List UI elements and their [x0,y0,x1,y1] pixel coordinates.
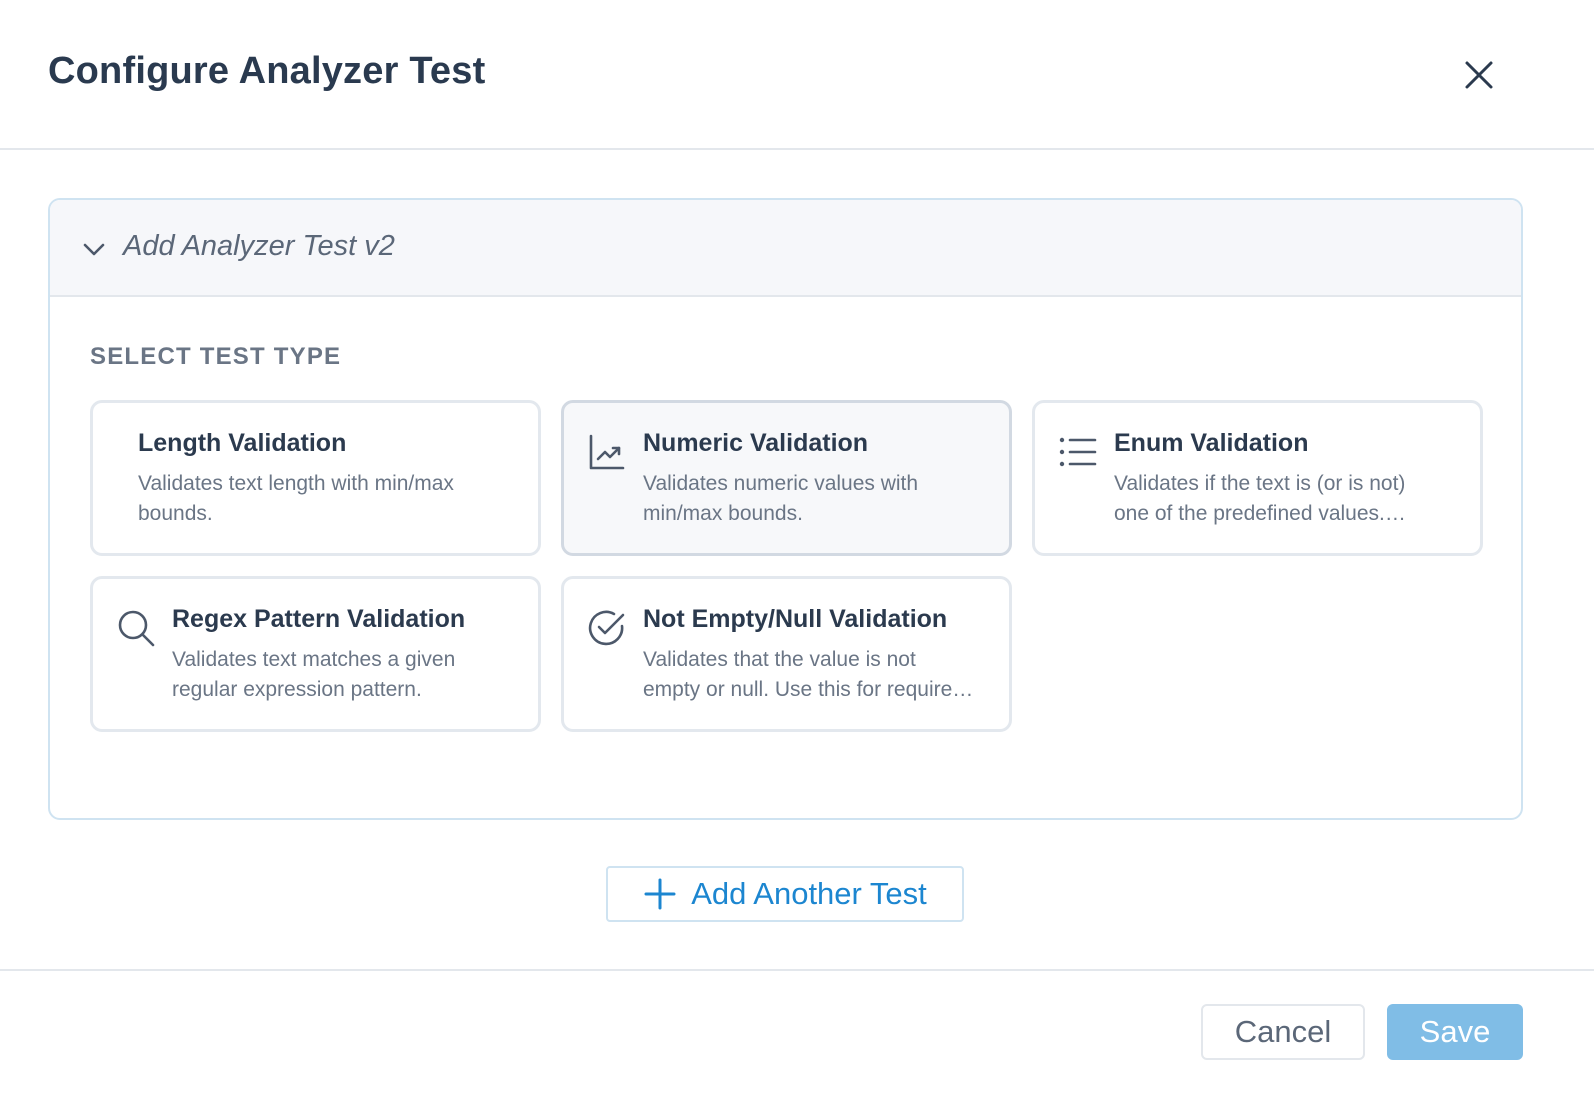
modal-title: Configure Analyzer Test [48,50,486,92]
close-button[interactable] [1456,52,1502,98]
search-icon [115,607,157,649]
chevron-down-icon[interactable] [80,235,108,263]
list-icon [1057,431,1099,473]
panel-title: Add Analyzer Test v2 [123,230,395,262]
card-description: Validates text length with min/max bound… [138,472,454,525]
cancel-button[interactable]: Cancel [1201,1004,1365,1060]
card-description-line-2: one of the predefined values.… [1114,502,1406,525]
card-description-line-1: Validates that the value is not [643,648,916,671]
modal-header: Configure Analyzer Test [0,0,1594,150]
test-type-card-numeric[interactable]: Numeric Validation Validates numeric val… [561,400,1012,556]
section-label: SELECT TEST TYPE [90,343,342,370]
card-title: Regex Pattern Validation [172,605,466,633]
card-description-line-2: empty or null. Use this for require… [643,678,974,701]
add-another-test-button[interactable]: Add Another Test [606,866,964,922]
card-description-line-1: Validates if the text is (or is not) [1114,472,1406,495]
card-title: Not Empty/Null Validation [643,605,948,633]
chart-line-icon [586,431,628,473]
add-another-test-label: Add Another Test [691,876,927,911]
modal-footer: Cancel Save [0,969,1594,1104]
test-type-card-not-empty[interactable]: Not Empty/Null Validation Validates that… [561,576,1012,732]
card-description: Validates text matches a given regular e… [172,648,456,701]
plus-icon [644,878,676,910]
panel-header[interactable]: Add Analyzer Test v2 [50,200,1521,297]
card-title: Numeric Validation [643,429,869,457]
analyzer-test-panel: Add Analyzer Test v2 SELECT TEST TYPE Le… [48,198,1523,820]
card-title: Enum Validation [1114,429,1309,457]
test-type-card-regex[interactable]: Regex Pattern Validation Validates text … [90,576,541,732]
save-button[interactable]: Save [1387,1004,1523,1060]
close-icon [1465,61,1493,89]
test-type-card-enum[interactable]: Enum Validation Validates if the text is… [1032,400,1483,556]
test-type-card-length[interactable]: Length Validation Validates text length … [90,400,541,556]
card-description: Validates numeric values with min/max bo… [643,472,919,525]
check-circle-icon [586,607,628,649]
card-title: Length Validation [138,429,347,457]
